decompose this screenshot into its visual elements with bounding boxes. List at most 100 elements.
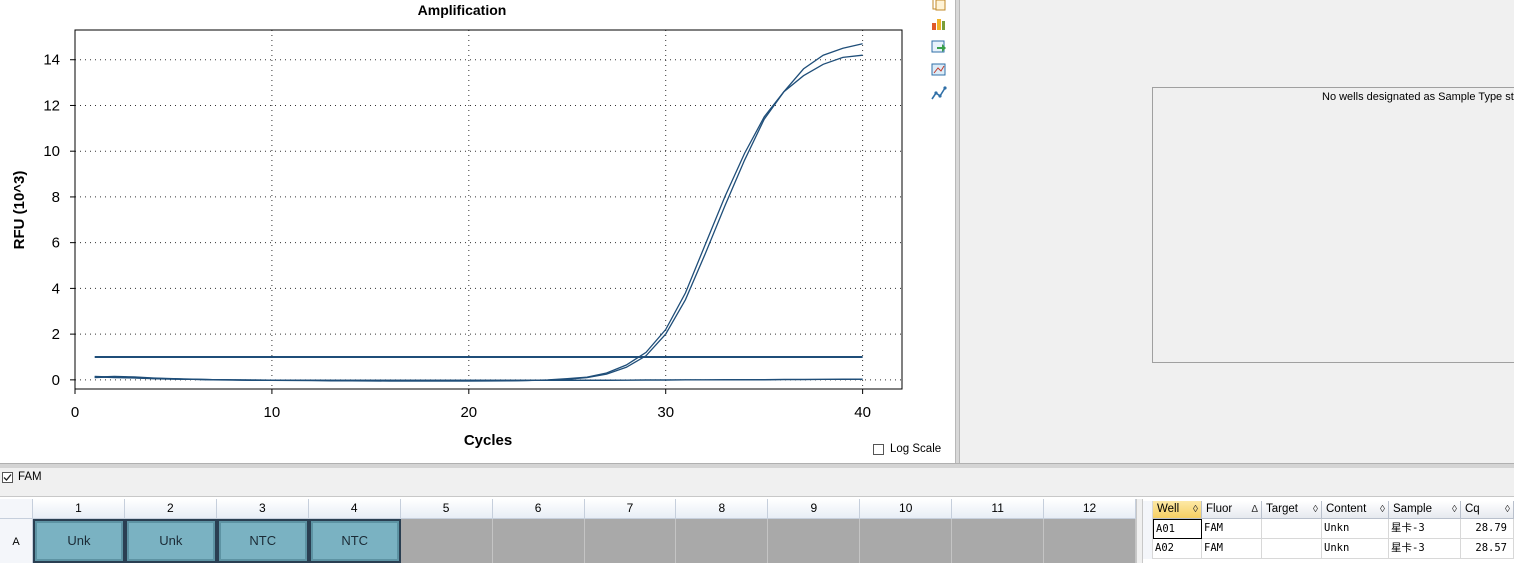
table-corner: [1143, 501, 1153, 519]
amplification-chart-panel: Amplification 0 10 20 30 40 0 2 4 6 8 10 12 14 Cycle…: [0, 0, 955, 463]
sort-icon[interactable]: ◊: [1313, 501, 1318, 518]
y-tick-label: 8: [52, 189, 60, 206]
plate-well[interactable]: [768, 519, 861, 563]
row-selector[interactable]: [1143, 519, 1153, 539]
table-cell-sample[interactable]: 星卡-3: [1389, 519, 1461, 539]
plate-row-header[interactable]: A: [0, 519, 33, 563]
column-header-sample[interactable]: Sample ◊: [1389, 501, 1461, 519]
log-scale-toggle[interactable]: Log Scale: [873, 441, 941, 457]
x-tick-label: 0: [71, 404, 79, 421]
log-scale-label: Log Scale: [890, 443, 942, 455]
y-tick-label: 4: [52, 280, 60, 297]
plate-well[interactable]: [952, 519, 1045, 563]
column-header-target[interactable]: Target ◊: [1262, 501, 1322, 519]
column-header-content[interactable]: Content ◊: [1322, 501, 1389, 519]
export-icon[interactable]: [930, 38, 947, 55]
amplification-curve-4[interactable]: [94, 376, 863, 381]
plate-well[interactable]: [860, 519, 953, 563]
table-cell-fluor[interactable]: FAM: [1202, 539, 1262, 559]
plate-well[interactable]: [676, 519, 769, 563]
plate-column-header[interactable]: 2: [124, 499, 217, 519]
standard-curve-panel: No wells designated as Sample Type sta: [960, 0, 1514, 463]
table-cell-sample[interactable]: 星卡-3: [1389, 539, 1461, 559]
column-header-fluor[interactable]: Fluor Δ: [1202, 501, 1262, 519]
plate-column-header[interactable]: 11: [952, 499, 1045, 519]
table-cell-target[interactable]: [1262, 519, 1322, 539]
fluor-selector-bar: FAM: [0, 468, 1514, 497]
plate-well[interactable]: [400, 519, 493, 563]
table-cell-well[interactable]: A02: [1153, 539, 1202, 559]
plate-well[interactable]: Unk: [33, 519, 125, 563]
plate-well[interactable]: NTC: [308, 519, 401, 563]
y-tick-label: 2: [52, 326, 60, 343]
plot-area-border: [74, 29, 903, 390]
plate-map: A 1 2 3 4 5 6 7 8 9 10 11 12 Unk Unk NTC NTC: [0, 499, 1136, 563]
amplification-curve-2[interactable]: [94, 54, 863, 382]
log-scale-checkbox[interactable]: [873, 443, 884, 455]
plate-well[interactable]: [1044, 519, 1136, 563]
table-cell-cq[interactable]: 28.57: [1461, 539, 1514, 559]
well-results-table: Well ◊ Fluor Δ Target ◊ Content ◊ Sample ◊ Cq ◊ A01…: [1143, 499, 1514, 563]
plate-column-header[interactable]: 7: [584, 499, 677, 519]
plate-column-header[interactable]: 4: [308, 499, 401, 519]
y-tick-label: 10: [43, 143, 60, 160]
column-header-label: Well: [1157, 503, 1180, 515]
x-axis-label: Cycles: [464, 432, 512, 449]
table-cell-target[interactable]: [1262, 539, 1322, 559]
plate-well[interactable]: Unk: [124, 519, 217, 563]
standard-curve-box: No wells designated as Sample Type sta: [1152, 87, 1514, 363]
column-header-label: Cq: [1465, 503, 1480, 515]
plate-column-header[interactable]: 3: [216, 499, 309, 519]
sort-icon[interactable]: ◊: [1505, 501, 1510, 518]
table-cell-well[interactable]: A01: [1153, 519, 1202, 539]
table-cell-cq[interactable]: 28.79: [1461, 519, 1514, 539]
column-header-label: Content: [1326, 503, 1367, 515]
plate-column-header[interactable]: 12: [1044, 499, 1136, 519]
fam-checkbox[interactable]: [2, 471, 13, 483]
sort-icon[interactable]: ◊: [1380, 501, 1385, 518]
zoom-chart-icon[interactable]: [930, 61, 947, 78]
column-header-label: Fluor: [1206, 503, 1233, 515]
plate-column-header[interactable]: 10: [860, 499, 953, 519]
chart-toolbar: [925, 0, 951, 110]
chart-settings-icon[interactable]: [930, 15, 947, 32]
table-cell-content[interactable]: Unkn: [1322, 539, 1389, 559]
y-tick-label: 6: [52, 235, 60, 252]
series-group: [94, 43, 863, 382]
plate-column-header[interactable]: 5: [400, 499, 493, 519]
copy-icon[interactable]: [930, 0, 947, 12]
trace-styles-icon[interactable]: [930, 85, 947, 102]
chart-title: Amplification: [418, 2, 507, 18]
column-header-well[interactable]: Well ◊: [1153, 501, 1202, 519]
sort-icon[interactable]: Δ: [1251, 501, 1258, 518]
axis-ticks: 0 10 20 30 40 0 2 4 6 8 10 12 14: [43, 52, 871, 421]
table-cell-content[interactable]: Unkn: [1322, 519, 1389, 539]
amplification-curve-1[interactable]: [94, 43, 863, 382]
table-cell-fluor[interactable]: FAM: [1202, 519, 1262, 539]
fam-label: FAM: [18, 471, 42, 483]
y-tick-label: 12: [43, 97, 60, 114]
plate-well[interactable]: [492, 519, 585, 563]
y-tick-label: 14: [43, 52, 60, 69]
amplification-chart: Amplification 0 10 20 30 40 0 2 4 6 8 10 12 14 Cycle…: [11, 2, 903, 449]
plate-column-header[interactable]: 9: [768, 499, 861, 519]
plate-well[interactable]: [584, 519, 677, 563]
plate-column-header[interactable]: 6: [492, 499, 585, 519]
plate-column-header[interactable]: 1: [33, 499, 125, 519]
table-splitter[interactable]: [1136, 499, 1143, 563]
column-header-label: Sample: [1393, 503, 1432, 515]
x-tick-label: 40: [854, 404, 871, 421]
y-tick-label: 0: [52, 372, 60, 389]
standard-curve-message: No wells designated as Sample Type sta: [1322, 91, 1514, 103]
fam-toggle[interactable]: FAM: [2, 471, 42, 483]
plate-well[interactable]: NTC: [216, 519, 309, 563]
chart-grid: [75, 30, 902, 389]
column-header-label: Target: [1266, 503, 1298, 515]
sort-icon[interactable]: ◊: [1452, 501, 1457, 518]
checkmark-icon: [3, 473, 12, 481]
y-axis-label: RFU (10^3): [11, 171, 28, 250]
column-header-cq[interactable]: Cq ◊: [1461, 501, 1514, 519]
sort-icon[interactable]: ◊: [1193, 501, 1198, 518]
plate-column-header[interactable]: 8: [676, 499, 769, 519]
row-selector[interactable]: [1143, 539, 1153, 559]
